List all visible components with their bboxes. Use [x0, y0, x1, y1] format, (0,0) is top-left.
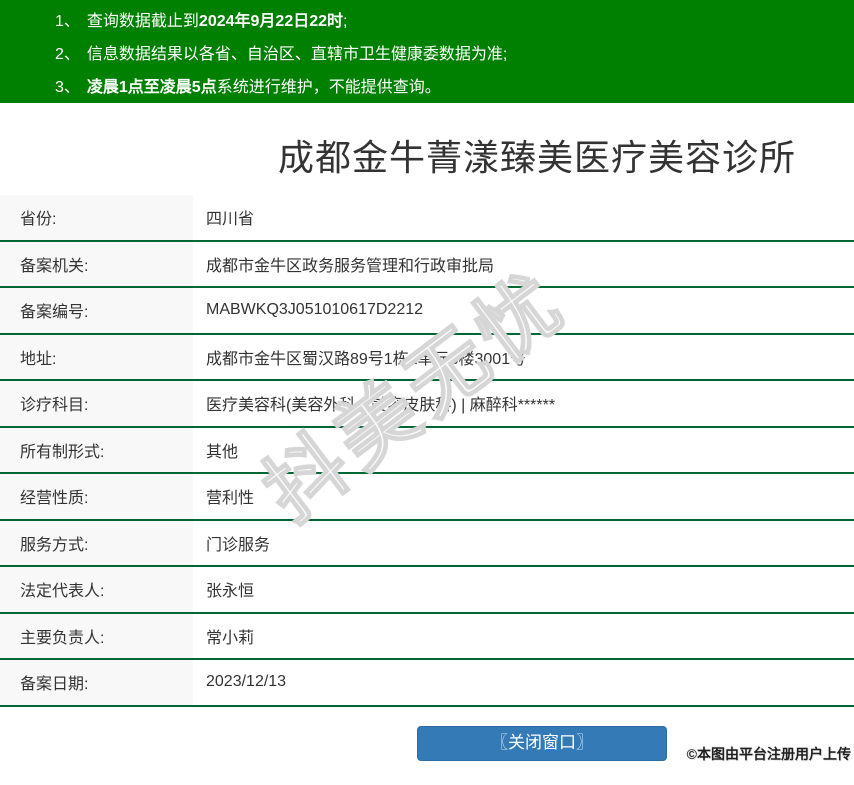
row-value: 成都市金牛区蜀汉路89号1栋1单元3楼3001号: [206, 350, 527, 368]
row-label: 备案日期:: [0, 660, 193, 705]
row-value: 张永恒: [206, 583, 255, 601]
row-label: 备案机关:: [0, 241, 193, 286]
page-title: 成都金牛菁漾臻美医疗美容诊所: [277, 137, 796, 178]
table-row-service-mode: 服务方式: 门诊服务: [0, 520, 854, 567]
table-row-filing-authority: 备案机关: 成都市金牛区政务服务管理和行政审批局: [0, 241, 854, 288]
notice-line-1: 1、 查询数据截止到2024年9月22日22时;: [55, 5, 854, 38]
close-window-button[interactable]: 〖关闭窗口〗: [417, 725, 667, 761]
row-value: 医疗美容科(美容外科、美容皮肤科) | 麻醉科******: [206, 397, 556, 415]
registration-info-table: 省份: 四川省 备案机关: 成都市金牛区政务服务管理和行政审批局 备案编号: M…: [0, 195, 854, 707]
row-value: MABWKQ3J051010617D2212: [206, 301, 424, 319]
table-row-filing-date: 备案日期: 2023/12/13: [0, 660, 854, 707]
row-label: 经营性质:: [0, 474, 193, 519]
row-label: 法定代表人:: [0, 567, 193, 612]
row-label: 诊疗科目:: [0, 381, 193, 426]
table-row-address: 地址: 成都市金牛区蜀汉路89号1栋1单元3楼3001号: [0, 334, 854, 381]
copyright-watermark: ©本图由平台注册用户上传: [686, 746, 851, 762]
notice-text: 信息数据结果以各省、自治区、直辖市卫生健康委数据为准;: [86, 46, 508, 63]
row-label: 地址:: [0, 334, 193, 379]
row-label: 主要负责人:: [0, 613, 193, 658]
row-value: 营利性: [206, 490, 255, 508]
table-row-person-in-charge: 主要负责人: 常小莉: [0, 613, 854, 660]
notice-line-2: 2、 信息数据结果以各省、自治区、直辖市卫生健康委数据为准;: [55, 38, 854, 71]
notice-text-bold: 凌晨1点至凌晨5点: [86, 79, 217, 96]
table-row-filing-number: 备案编号: MABWKQ3J051010617D2212: [0, 288, 854, 335]
table-row-legal-representative: 法定代表人: 张永恒: [0, 567, 854, 614]
row-value: 2023/12/13: [206, 673, 287, 691]
notice-number: 1、: [55, 13, 80, 30]
notice-bar: 1、 查询数据截止到2024年9月22日22时; 2、 信息数据结果以各省、自治区、…: [0, 0, 854, 103]
row-value: 成都市金牛区政务服务管理和行政审批局: [206, 257, 495, 275]
row-value: 四川省: [206, 211, 255, 229]
notice-text-bold: 2024年9月22日22时: [198, 13, 344, 30]
row-label: 服务方式:: [0, 520, 193, 565]
table-row-business-nature: 经营性质: 营利性: [0, 474, 854, 521]
row-value: 门诊服务: [206, 536, 271, 554]
row-value: 常小莉: [206, 629, 255, 647]
table-row-ownership: 所有制形式: 其他: [0, 427, 854, 474]
row-value: 其他: [206, 443, 239, 461]
row-label: 备案编号:: [0, 288, 193, 333]
notice-line-3: 3、 凌晨1点至凌晨5点系统进行维护，不能提供查询。: [55, 71, 854, 103]
table-row-province: 省份: 四川省: [0, 195, 854, 242]
row-label: 省份:: [0, 195, 193, 240]
table-row-departments: 诊疗科目: 医疗美容科(美容外科、美容皮肤科) | 麻醉科******: [0, 381, 854, 428]
notice-text: ;: [343, 13, 348, 30]
notice-text: 系统进行维护，不能提供查询。: [216, 79, 441, 96]
notice-number: 3、: [55, 79, 80, 96]
notice-text: 查询数据截止到: [86, 13, 199, 30]
row-label: 所有制形式:: [0, 427, 193, 472]
notice-number: 2、: [55, 46, 80, 63]
title-area: 成都金牛菁漾臻美医疗美容诊所: [0, 103, 854, 195]
